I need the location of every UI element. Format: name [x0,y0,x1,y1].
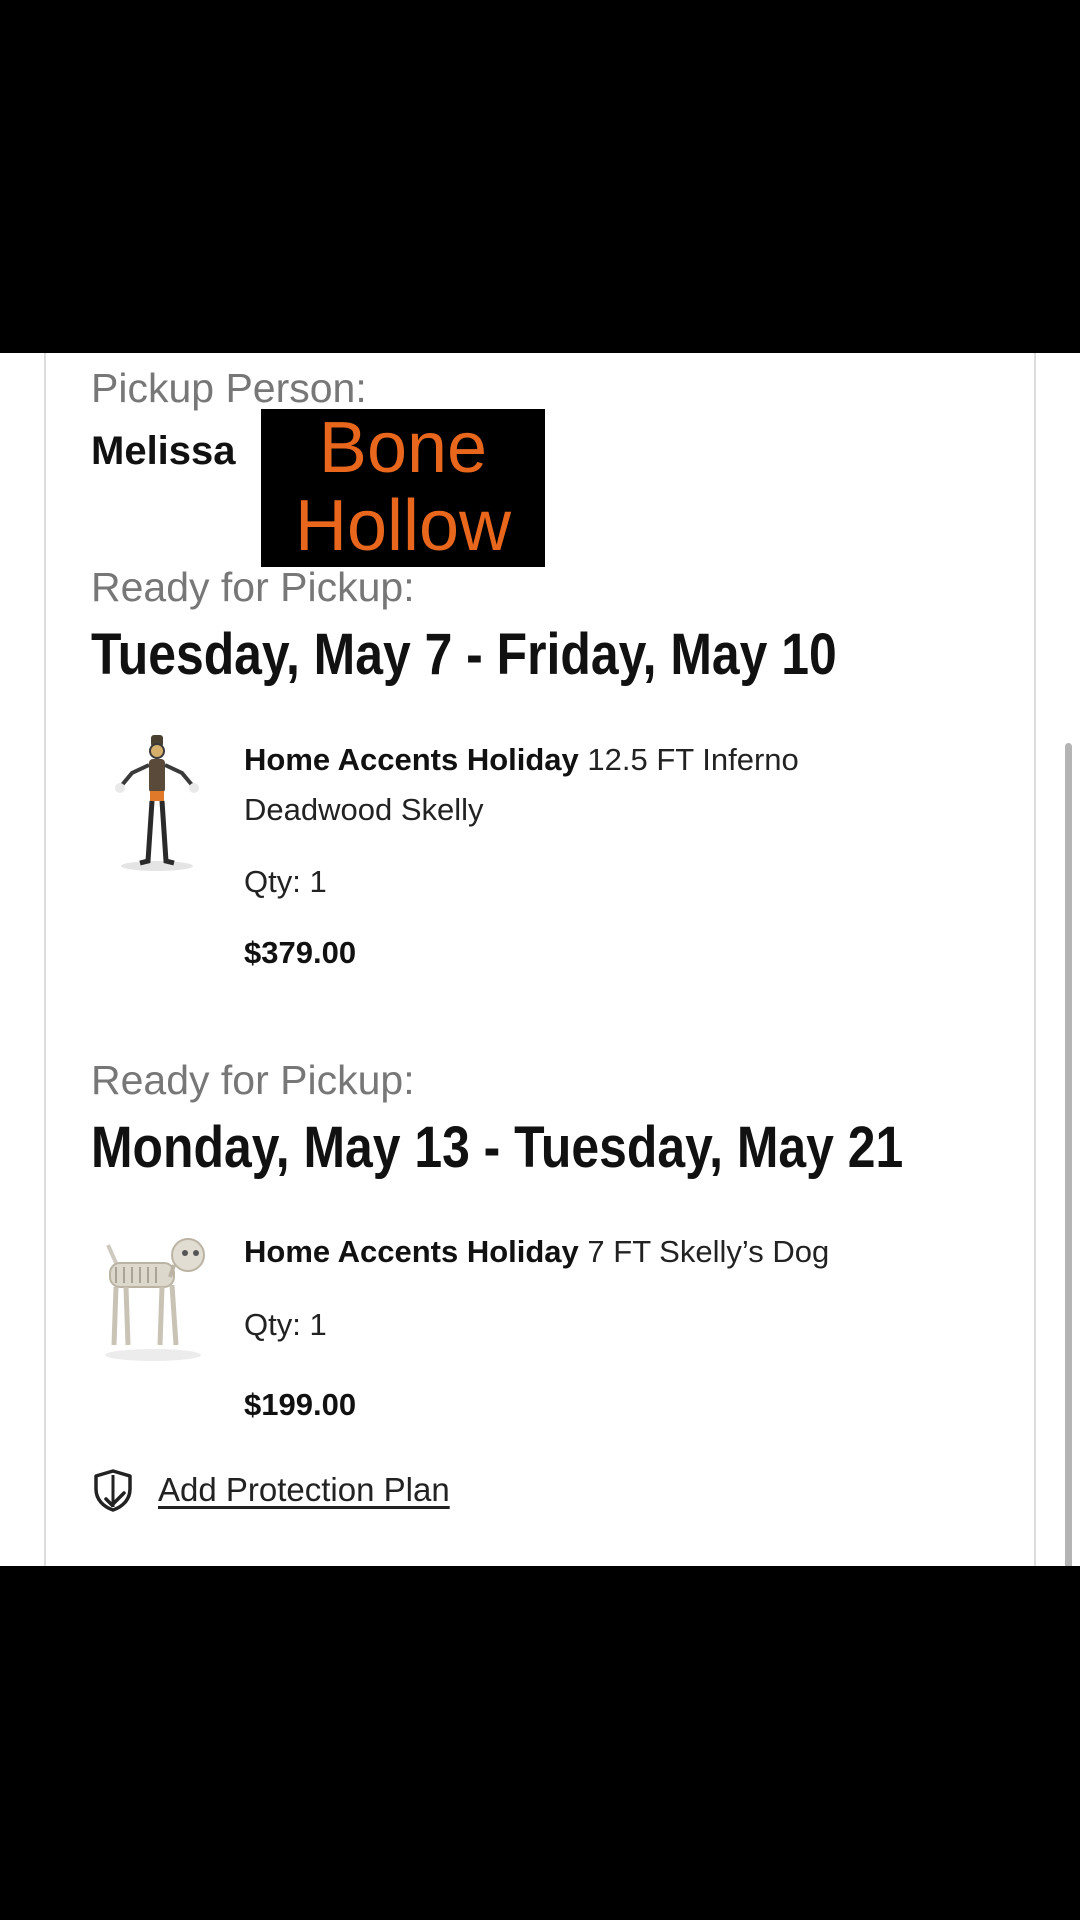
pickup-date-range: Monday, May 13 - Tuesday, May 21 [91,1115,904,1180]
redaction-box: Bone Hollow [261,409,545,567]
ready-for-pickup-label: Ready for Pickup: [91,564,415,610]
pickup-date-range: Tuesday, May 7 - Friday, May 10 [91,622,837,687]
top-black-area [0,0,1080,353]
redaction-text-line1: Bone [318,408,488,488]
order-details-card: Pickup Person: Melissa Bone Hollow Ready… [0,353,1080,1566]
pickup-person-label: Pickup Person: [91,365,367,411]
ready-for-pickup-label: Ready for Pickup: [91,1057,415,1103]
redaction-text-line2: Hollow [294,486,512,566]
scrollbar-thumb[interactable] [1065,743,1072,1566]
add-protection-plan-link[interactable]: Add Protection Plan [90,1466,450,1514]
card-border-right [1034,353,1036,1566]
product-quantity: Qty: 1 [244,864,327,899]
product-title[interactable]: Home Accents Holiday 7 FT Skelly’s Dog [244,1227,924,1277]
product-price: $379.00 [244,935,357,970]
product-price: $199.00 [244,1387,357,1422]
card-border-left [44,353,46,1566]
skeleton-dog-icon[interactable] [88,1225,218,1365]
shield-check-icon [94,1469,132,1512]
product-brand: Home Accents Holiday [244,742,579,777]
add-protection-plan-label: Add Protection Plan [158,1471,450,1508]
bottom-black-area [0,1566,1080,1920]
product-title[interactable]: Home Accents Holiday 12.5 FT Inferno Dea… [244,735,924,835]
product-quantity: Qty: 1 [244,1307,327,1342]
pickup-person-name: Melissa [91,429,236,473]
product-name: 7 FT Skelly’s Dog [587,1234,830,1269]
skeleton-figure-icon[interactable] [92,733,222,873]
product-brand: Home Accents Holiday [244,1234,579,1269]
